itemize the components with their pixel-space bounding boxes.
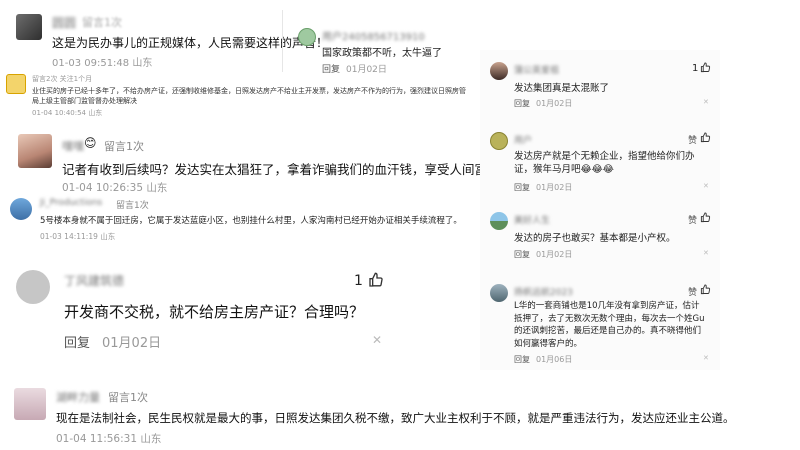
comment-text: 发达的房子也敢买？基本都是小产权。: [514, 233, 676, 244]
avatar[interactable]: [490, 132, 508, 150]
avatar[interactable]: [18, 134, 52, 168]
comment-count-badge: 留言2次 关注1个月: [32, 75, 93, 83]
like-count: 1: [692, 63, 699, 74]
comment-meta: 01-03 09:51:48 山东: [52, 58, 153, 69]
comment-date: 01月02日: [536, 250, 573, 259]
username[interactable]: 圆圆: [52, 14, 76, 31]
reply-button[interactable]: 回复: [322, 62, 340, 75]
comment-text: 发达房产就是个无赖企业，指望他给你们办证，猴年马月吧😂😂😂: [514, 151, 695, 175]
reply-button[interactable]: 回复: [514, 98, 530, 109]
avatar[interactable]: [298, 28, 316, 46]
close-icon[interactable]: ✕: [703, 354, 709, 362]
comment-count-badge: 留言1次: [108, 391, 148, 404]
avatar[interactable]: [490, 212, 508, 230]
close-icon[interactable]: ✕: [703, 249, 709, 257]
avatar[interactable]: [14, 388, 46, 420]
avatar[interactable]: [490, 62, 508, 80]
reply-button[interactable]: 回复: [514, 249, 530, 260]
comment-date: 01月06日: [536, 355, 573, 364]
like-label: 赞: [688, 288, 698, 298]
comment-meta: 01-04 10:40:54 山东: [32, 109, 103, 117]
emoji-icon: 😊: [84, 136, 97, 150]
comment-meta: 01-04 10:26:35 山东: [62, 182, 168, 194]
comment-date: 01月02日: [536, 99, 573, 108]
comment-meta: 01-03 14:11:19 山东: [40, 232, 116, 241]
avatar[interactable]: [6, 74, 26, 94]
comment-text: 这是为民办事儿的正规媒体，人民需要这样的声音！: [52, 36, 329, 50]
thumbs-up-icon[interactable]: [700, 62, 711, 73]
comment-meta: 01-04 11:56:31 山东: [56, 433, 162, 445]
comment-date: 01月02日: [102, 336, 162, 351]
thumbs-up-icon[interactable]: [700, 284, 711, 295]
comment-text: 业住买的房子已经十多年了，不给办房产证，还强制收维修基金，日照发达房产不给业主开…: [32, 87, 466, 105]
username[interactable]: Ji_Productions: [40, 198, 102, 208]
close-icon[interactable]: ✕: [372, 333, 382, 347]
reply-button[interactable]: 回复: [64, 332, 90, 351]
comment-text: 现在是法制社会，民生民权就是最大的事，日照发达集团久税不缴，致广大业主权利于不顾…: [56, 411, 735, 425]
username[interactable]: 用户: [514, 133, 532, 146]
close-icon[interactable]: ✕: [703, 98, 709, 106]
username[interactable]: 丁风建筑德: [64, 272, 124, 289]
username[interactable]: 嘿嘿: [62, 138, 84, 154]
comment-text: 记者有收到后续吗？发达实在太猖狂了，拿着诈骗我们的血汗钱，享受人间富贵: [62, 162, 500, 177]
username[interactable]: 湖畔力量: [56, 389, 100, 405]
thumbs-up-icon[interactable]: [700, 212, 711, 223]
avatar[interactable]: [490, 284, 508, 302]
reply-button[interactable]: 回复: [514, 182, 530, 193]
reply-button[interactable]: 回复: [514, 354, 530, 365]
divider: [282, 10, 283, 72]
avatar[interactable]: [16, 14, 42, 40]
avatar[interactable]: [16, 270, 50, 304]
thumbs-up-icon[interactable]: [700, 132, 711, 143]
comment-text: L华的一套商铺也是10几年没有拿到房产证，估计抵押了，去了无数次无数个理由，每次…: [514, 301, 705, 349]
like-label: 赞: [688, 136, 698, 146]
username[interactable]: 扬帆远航2023: [514, 285, 573, 298]
comment-text: 5号楼本身就不属于回迁房，它属于发达蓝庭小区，也别挂什么村里，人家沟南村已经开始…: [40, 216, 462, 226]
like-count: 1: [354, 273, 363, 289]
close-icon[interactable]: ✕: [703, 182, 709, 190]
comment-date: 01月02日: [536, 183, 573, 192]
comment-text: 开发商不交税，就不给房主房产证？合理吗？: [64, 303, 365, 321]
username[interactable]: 蒲公英爱祖: [514, 63, 559, 76]
comment-count-badge: 留言1次: [104, 140, 144, 153]
username[interactable]: 美好人生: [514, 213, 550, 226]
comment-text: 国家政策都不听，太牛逼了: [322, 48, 442, 59]
comment-count-badge: 留言1次: [116, 201, 149, 211]
like-label: 赞: [688, 216, 698, 226]
avatar[interactable]: [10, 198, 32, 220]
thumbs-up-icon[interactable]: [368, 272, 384, 288]
comment-text: 发达集团真是太混账了: [514, 83, 610, 94]
comment-count-badge: 留言1次: [82, 16, 122, 29]
username[interactable]: 用户2405856713910: [322, 28, 425, 43]
comment-date: 01月02日: [346, 65, 387, 75]
